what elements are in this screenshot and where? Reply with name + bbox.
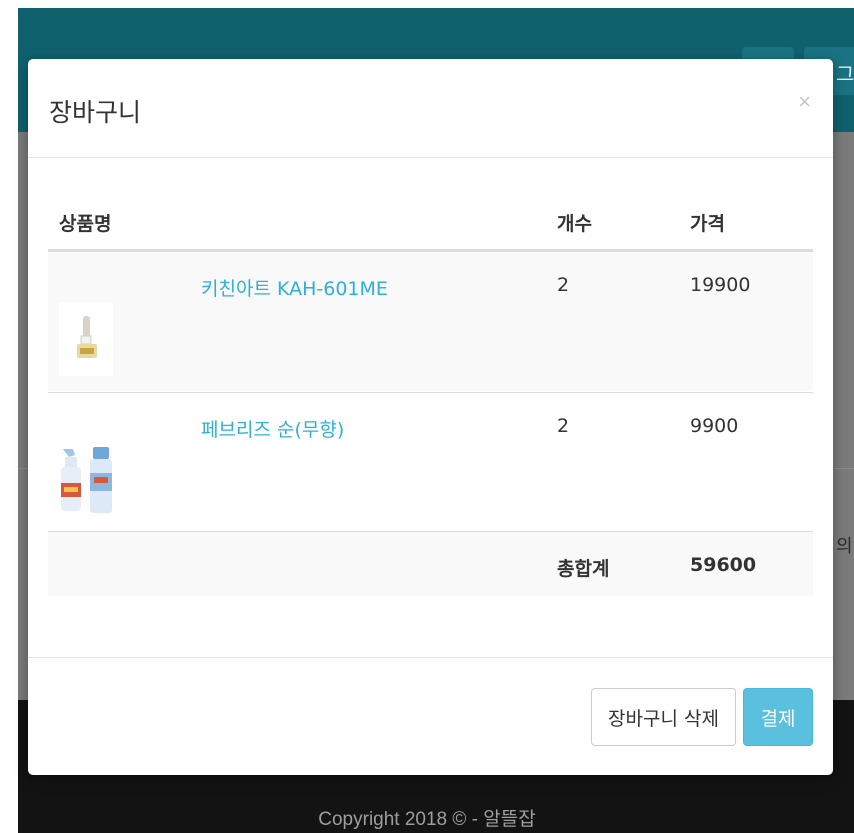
total-value: 59600 xyxy=(690,554,757,576)
product-link[interactable]: 페브리즈 순(무향) xyxy=(201,415,344,442)
modal-title: 장바구니 xyxy=(49,98,142,127)
total-label: 총합계 xyxy=(557,558,610,580)
footer-copyright: Copyright 2018 © - 알뜰잡 xyxy=(318,809,536,830)
table-row: 키친아트 KAH-601ME 2 19900 xyxy=(48,252,813,391)
column-header-price: 가격 xyxy=(690,213,725,235)
quantity-cell: 2 xyxy=(557,274,570,296)
price-cell: 19900 xyxy=(690,274,751,296)
modal-header: 장바구니 × xyxy=(28,59,833,158)
column-header-name: 상품명 xyxy=(59,213,112,235)
delete-cart-button[interactable]: 장바구니 삭제 xyxy=(591,688,736,746)
modal-footer: 장바구니 삭제 결제 xyxy=(28,657,833,775)
table-row: 페브리즈 순(무향) 2 9900 xyxy=(48,392,813,532)
pay-button[interactable]: 결제 xyxy=(743,688,813,746)
header-button-label: 그 xyxy=(836,62,854,86)
spray-bottles-thumbnail xyxy=(59,443,113,517)
page-body-text: 의 xyxy=(836,536,853,557)
kitchen-product-thumbnail xyxy=(59,302,113,376)
cart-modal: 장바구니 × 상품명 개수 가격 키친아트 KAH-601ME 2 19900 xyxy=(28,59,833,775)
total-row: 총합계 59600 xyxy=(48,531,813,596)
product-link[interactable]: 키친아트 KAH-601ME xyxy=(201,274,388,301)
price-cell: 9900 xyxy=(690,415,739,437)
quantity-cell: 2 xyxy=(557,415,570,437)
close-icon[interactable]: × xyxy=(798,91,811,113)
column-header-qty: 개수 xyxy=(557,213,592,235)
page-edge xyxy=(0,0,18,833)
